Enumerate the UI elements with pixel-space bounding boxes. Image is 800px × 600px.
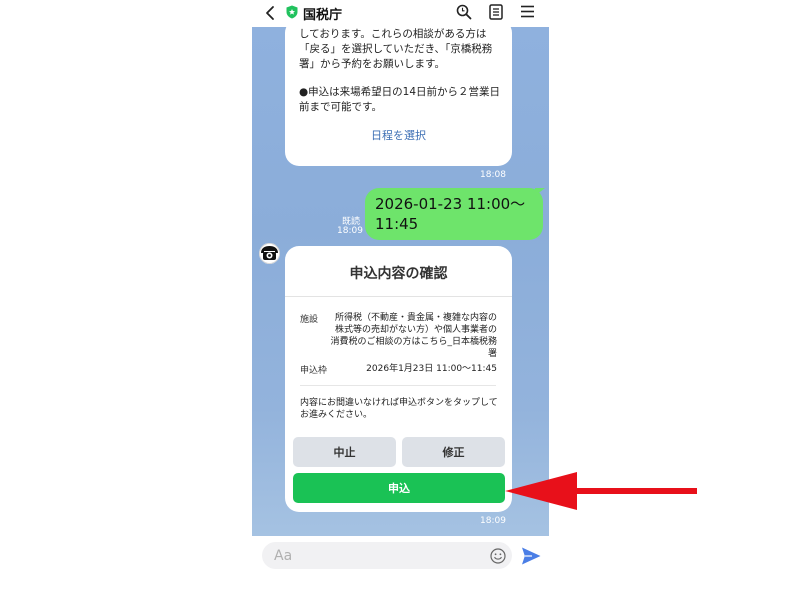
chat-title: 国税庁 <box>303 8 343 23</box>
send-icon[interactable] <box>520 545 542 567</box>
verified-shield-icon <box>286 5 298 19</box>
select-date-link[interactable]: 日程を選択 <box>285 127 512 143</box>
divider <box>300 385 496 386</box>
confirmation-notice: 内容にお間違いなければ申込ボタンをタップしてお進みください。 <box>300 398 498 420</box>
previous-message-card: しております。これらの相談がある方は「戻る」を選択していただき、「京橋税務署」か… <box>285 27 512 166</box>
menu-icon[interactable] <box>520 5 535 18</box>
message-paragraph: しております。これらの相談がある方は「戻る」を選択していただき、「京橋税務署」か… <box>299 28 493 70</box>
outgoing-message-text: 2026-01-23 11:00～11:45 <box>375 195 526 233</box>
apply-button[interactable]: 申込 <box>293 473 505 503</box>
message-timestamp: 18:09 <box>480 516 506 526</box>
confirmation-title: 申込内容の確認 <box>349 266 448 282</box>
back-chevron-icon[interactable] <box>262 5 278 21</box>
search-icon[interactable] <box>456 4 472 20</box>
message-timestamp: 18:08 <box>480 170 506 180</box>
cancel-button[interactable]: 中止 <box>293 437 396 467</box>
message-timestamp: 18:09 <box>337 226 363 236</box>
bubble-tail <box>535 188 545 196</box>
emoji-icon[interactable] <box>490 548 506 564</box>
nta-logo-icon <box>259 243 280 264</box>
message-paragraph: ●申込は来場希望日の14日前から２営業日前まで可能です。 <box>299 86 501 113</box>
edit-button[interactable]: 修正 <box>402 437 505 467</box>
confirmation-card: 申込内容の確認 施設 所得税（不動産・貴金属・複雑な内容の株式等の売却がない方）… <box>285 246 512 512</box>
message-input-bar <box>252 536 549 576</box>
chat-area[interactable]: しております。これらの相談がある方は「戻る」を選択していただき、「京橋税務署」か… <box>252 27 549 536</box>
divider <box>285 296 512 297</box>
chat-header: 国税庁 <box>252 0 549 27</box>
slot-value: 2026年1月23日 11:00～11:45 <box>366 364 497 374</box>
facility-value: 所得税（不動産・貴金属・複雑な内容の株式等の売却がない方）や個人事業者の消費税の… <box>330 313 497 359</box>
message-input[interactable] <box>262 542 512 569</box>
facility-label: 施設 <box>300 315 319 325</box>
annotation-arrow-icon <box>505 472 697 510</box>
avatar[interactable] <box>259 243 280 264</box>
outgoing-message-bubble[interactable]: 2026-01-23 11:00～11:45 <box>365 188 543 240</box>
slot-label: 申込枠 <box>300 366 328 376</box>
notes-icon[interactable] <box>489 4 503 20</box>
